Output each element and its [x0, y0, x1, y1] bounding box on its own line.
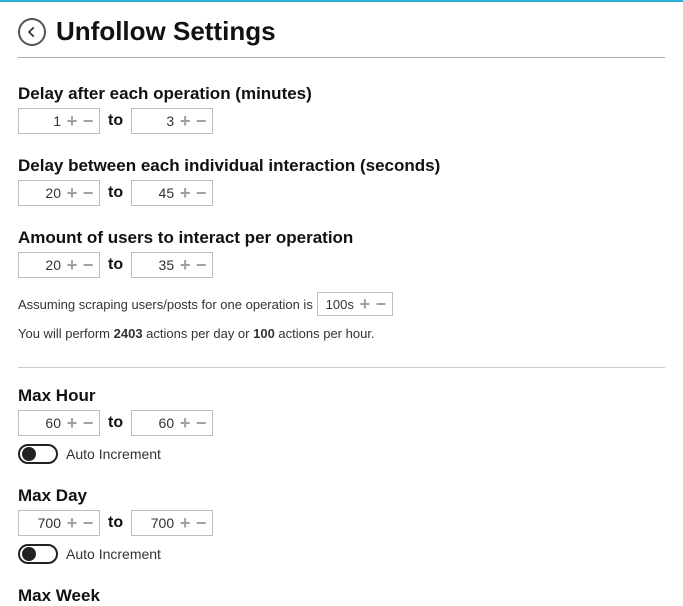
max-day-from-stepper[interactable]: + − — [18, 510, 100, 536]
minus-icon[interactable]: − — [194, 184, 208, 202]
toggle-auto-increment-day[interactable] — [18, 544, 58, 564]
max-day-to-input[interactable] — [132, 515, 176, 531]
max-hour-from-input[interactable] — [19, 415, 63, 431]
delay-operation-from-input[interactable] — [19, 113, 63, 129]
delay-interaction-from-input[interactable] — [19, 185, 63, 201]
scraping-value-stepper[interactable]: + − — [317, 292, 393, 316]
arrow-left-icon — [25, 25, 39, 39]
label-max-day: Max Day — [18, 486, 665, 506]
toggle-knob — [22, 447, 36, 461]
to-label: to — [108, 184, 123, 202]
section-max-day: Max Day + − to + − Auto Incr — [18, 486, 665, 564]
users-to-stepper[interactable]: + − — [131, 252, 213, 278]
minus-icon[interactable]: − — [374, 295, 388, 313]
toggle-auto-increment-hour[interactable] — [18, 444, 58, 464]
to-label: to — [108, 414, 123, 432]
label-delay-operation: Delay after each operation (minutes) — [18, 84, 665, 104]
to-label: to — [108, 256, 123, 274]
minus-icon[interactable]: − — [194, 514, 208, 532]
delay-operation-to-stepper[interactable]: + − — [131, 108, 213, 134]
plus-icon[interactable]: + — [358, 295, 372, 313]
plus-icon[interactable]: + — [178, 256, 192, 274]
minus-icon[interactable]: − — [81, 184, 95, 202]
delay-operation-from-stepper[interactable]: + − — [18, 108, 100, 134]
plus-icon[interactable]: + — [65, 514, 79, 532]
scraping-prefix: Assuming scraping users/posts for one op… — [18, 297, 313, 312]
plus-icon[interactable]: + — [65, 184, 79, 202]
label-users-per-operation: Amount of users to interact per operatio… — [18, 228, 665, 248]
back-button[interactable] — [18, 18, 46, 46]
plus-icon[interactable]: + — [65, 112, 79, 130]
minus-icon[interactable]: − — [81, 112, 95, 130]
max-hour-to-stepper[interactable]: + − — [131, 410, 213, 436]
minus-icon[interactable]: − — [81, 414, 95, 432]
label-auto-increment-hour: Auto Increment — [66, 446, 161, 462]
scraping-hint: Assuming scraping users/posts for one op… — [18, 292, 665, 316]
to-label: to — [108, 112, 123, 130]
minus-icon[interactable]: − — [194, 112, 208, 130]
page-title: Unfollow Settings — [56, 16, 276, 47]
plus-icon[interactable]: + — [178, 514, 192, 532]
minus-icon[interactable]: − — [81, 514, 95, 532]
max-day-to-stepper[interactable]: + − — [131, 510, 213, 536]
actions-per-day: 2403 — [114, 326, 143, 341]
delay-interaction-to-stepper[interactable]: + − — [131, 180, 213, 206]
plus-icon[interactable]: + — [65, 256, 79, 274]
section-max-week: Max Week — [18, 586, 665, 606]
max-hour-from-stepper[interactable]: + − — [18, 410, 100, 436]
scraping-value-input[interactable] — [318, 297, 356, 312]
divider — [18, 367, 665, 368]
delay-operation-to-input[interactable] — [132, 113, 176, 129]
plus-icon[interactable]: + — [178, 112, 192, 130]
minus-icon[interactable]: − — [81, 256, 95, 274]
actions-per-hour: 100 — [253, 326, 275, 341]
plus-icon[interactable]: + — [178, 414, 192, 432]
estimate-line: You will perform 2403 actions per day or… — [18, 326, 665, 341]
users-to-input[interactable] — [132, 257, 176, 273]
section-delay-operation: Delay after each operation (minutes) + −… — [18, 84, 665, 134]
max-hour-to-input[interactable] — [132, 415, 176, 431]
users-from-input[interactable] — [19, 257, 63, 273]
plus-icon[interactable]: + — [178, 184, 192, 202]
label-max-hour: Max Hour — [18, 386, 665, 406]
section-users-per-operation: Amount of users to interact per operatio… — [18, 228, 665, 278]
minus-icon[interactable]: − — [194, 256, 208, 274]
label-delay-interaction: Delay between each individual interactio… — [18, 156, 665, 176]
max-day-from-input[interactable] — [19, 515, 63, 531]
minus-icon[interactable]: − — [194, 414, 208, 432]
label-max-week: Max Week — [18, 586, 665, 606]
label-auto-increment-day: Auto Increment — [66, 546, 161, 562]
section-delay-interaction: Delay between each individual interactio… — [18, 156, 665, 206]
to-label: to — [108, 514, 123, 532]
delay-interaction-from-stepper[interactable]: + − — [18, 180, 100, 206]
delay-interaction-to-input[interactable] — [132, 185, 176, 201]
users-from-stepper[interactable]: + − — [18, 252, 100, 278]
toggle-knob — [22, 547, 36, 561]
plus-icon[interactable]: + — [65, 414, 79, 432]
section-max-hour: Max Hour + − to + − Auto Inc — [18, 386, 665, 464]
